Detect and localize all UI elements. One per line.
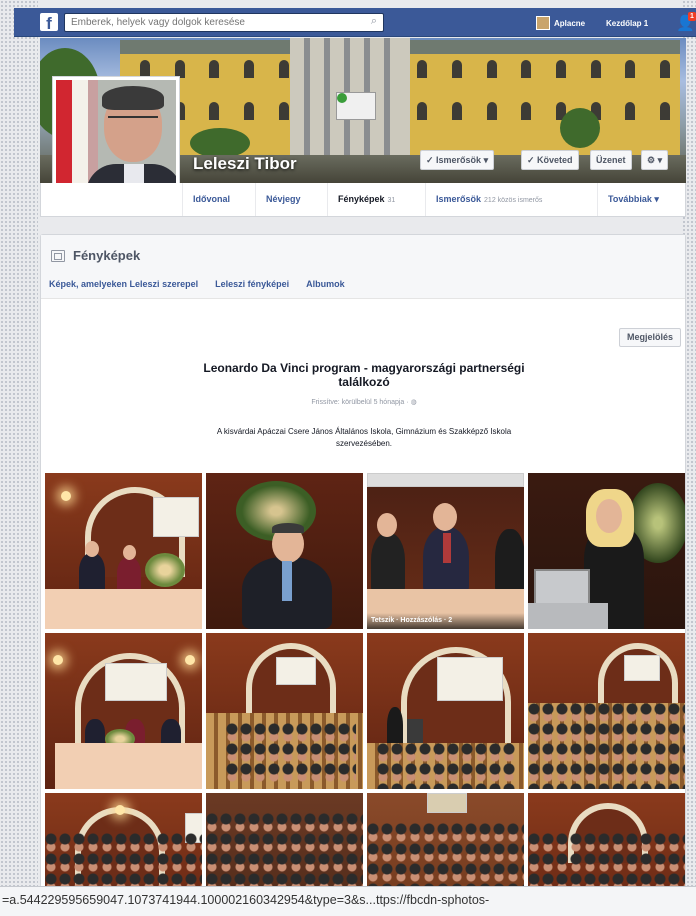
report-button[interactable]: Megjelölés [619,328,681,347]
top-bar: f ⌕ Aplacne Kezdőlap 1 👤 1 [14,8,696,37]
photo-thumbnail[interactable] [367,633,524,789]
tab-friends[interactable]: Ismerősök 212 közös ismerős [425,183,552,216]
home-count: 1 [643,19,649,28]
facebook-logo-icon[interactable]: f [40,13,58,31]
tab-more[interactable]: Továbbiak ▾ [597,183,669,216]
mutual-friends-count: 212 közös ismerős [484,197,543,204]
photo-thumbnail[interactable] [45,473,202,629]
photo-thumbnail[interactable] [528,473,685,629]
photos-icon [51,250,65,262]
profile-name[interactable]: Leleszi Tibor [193,154,297,174]
photos-header: Fényképek Képek, amelyeken Leleszi szere… [41,235,685,299]
notification-badge: 1 [688,12,696,21]
tab-albums[interactable]: Albumok [306,279,345,289]
photo-thumbnail[interactable] [528,633,685,789]
home-label: Kezdőlap [606,19,642,28]
album-description: A kisvárdai Apáczai Csere János Általáno… [216,427,512,448]
tab-timeline[interactable]: Idővonal [182,183,240,216]
settings-gear-button[interactable]: ⚙ ▾ [641,150,669,170]
photo-thumbnail[interactable] [206,633,363,789]
photos-count: 31 [387,197,396,204]
album-updated: Frissítve: körülbelül 5 hónapja · ◍ [311,399,417,406]
status-url: =a.544229595659047.1073741944.1000021603… [0,886,696,916]
tab-about[interactable]: Névjegy [255,183,311,216]
photo-thumbnail[interactable] [206,473,363,629]
user-name: Aplacne [554,18,586,28]
search-icon[interactable]: ⌕ [371,15,377,28]
photos-title[interactable]: Fényképek [73,248,140,263]
search-box[interactable]: ⌕ [64,13,384,32]
globe-icon: ◍ [410,399,417,406]
friends-button[interactable]: ✓ Ismerősök ▾ [420,150,495,170]
home-link[interactable]: Kezdőlap 1 [606,19,648,28]
tab-photos-of[interactable]: Képek, amelyeken Leleszi szerepel [49,279,198,289]
photo-thumbnail[interactable] [45,633,202,789]
photos-panel: Fényképek Képek, amelyeken Leleszi szere… [40,234,686,916]
photo-grid: Tetszik · Hozzászólás · 2 [45,473,685,913]
tab-own-photos[interactable]: Leleszi fényképei [215,279,289,289]
avatar [536,16,550,30]
follow-button[interactable]: ✓ Követed [521,150,579,170]
user-link[interactable]: Aplacne [536,15,585,31]
photo-thumbnail[interactable]: Tetszik · Hozzászólás · 2 [367,473,524,629]
album-title: Leonardo Da Vinci program - magyarország… [203,361,525,389]
tab-photos[interactable]: Fényképek 31 [327,183,405,216]
profile-nav: Idővonal Névjegy Fényképek 31 Ismerősök 21… [40,183,686,217]
message-button[interactable]: Üzenet [590,150,632,170]
left-dotted-margin [0,0,38,916]
photo-caption[interactable]: Tetszik · Hozzászólás · 2 [367,613,524,629]
search-input[interactable] [65,14,355,31]
